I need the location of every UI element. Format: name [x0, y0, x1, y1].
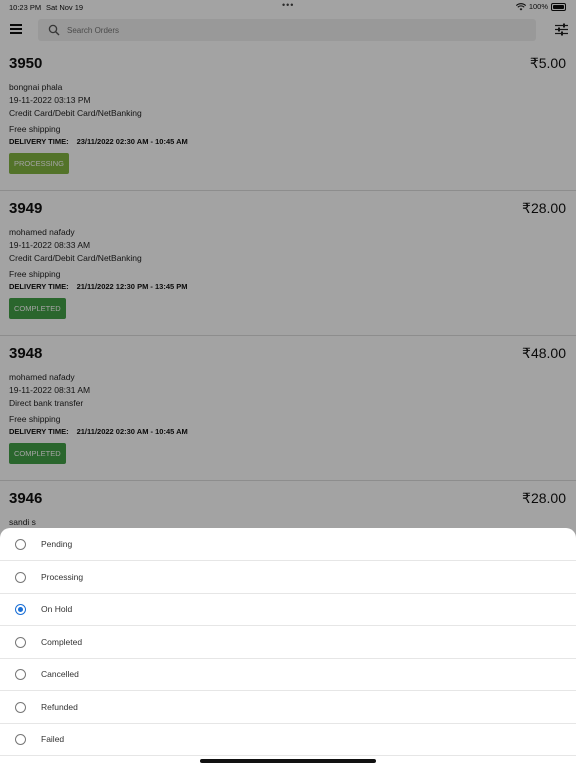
status-option-label: Completed: [41, 637, 83, 647]
radio-unselected-icon[interactable]: [15, 572, 26, 583]
status-option-label: Refunded: [41, 702, 78, 712]
home-indicator[interactable]: [200, 759, 376, 763]
status-option-cancelled[interactable]: Cancelled: [0, 658, 576, 691]
radio-unselected-icon[interactable]: [15, 637, 26, 648]
radio-unselected-icon[interactable]: [15, 539, 26, 550]
status-option-refunded[interactable]: Refunded: [0, 691, 576, 724]
radio-selected-icon[interactable]: [15, 604, 26, 615]
radio-unselected-icon[interactable]: [15, 669, 26, 680]
status-option-on-hold[interactable]: On Hold: [0, 593, 576, 626]
status-option-label: Failed: [41, 734, 65, 744]
status-option-label: Processing: [41, 572, 84, 582]
status-filter-sheet: Pending Processing On Hold Completed Can…: [0, 528, 576, 768]
status-option-completed[interactable]: Completed: [0, 626, 576, 659]
status-option-label: Pending: [41, 539, 73, 549]
status-option-processing[interactable]: Processing: [0, 561, 576, 594]
status-option-failed[interactable]: Failed: [0, 723, 576, 756]
status-option-pending[interactable]: Pending: [0, 528, 576, 561]
radio-unselected-icon[interactable]: [15, 702, 26, 713]
radio-unselected-icon[interactable]: [15, 734, 26, 745]
status-option-label: Cancelled: [41, 669, 79, 679]
status-option-label: On Hold: [41, 604, 73, 614]
